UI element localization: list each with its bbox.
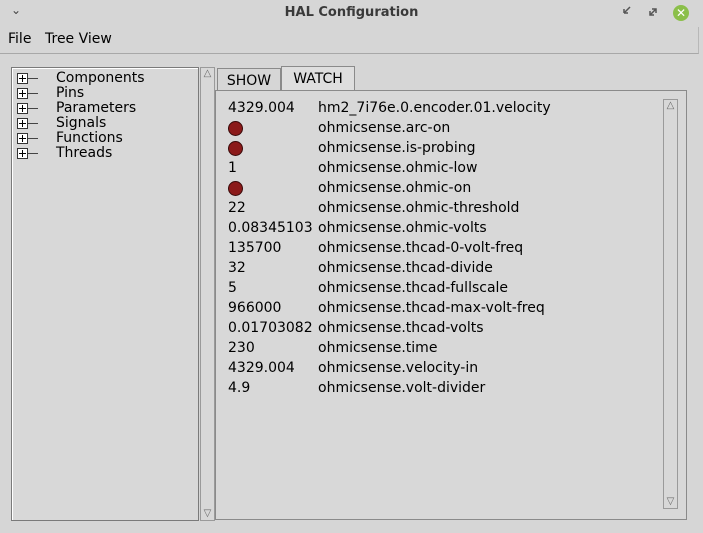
- watch-row[interactable]: 230 ohmicsense.time: [216, 339, 656, 359]
- menu-bar: File Tree View: [0, 27, 699, 54]
- maximize-icon[interactable]: [646, 5, 660, 19]
- tree-item-label: Components: [56, 70, 145, 86]
- tree-item-label: Functions: [56, 130, 123, 146]
- tree-item-functions[interactable]: Functions: [12, 130, 198, 146]
- watch-row[interactable]: ohmicsense.ohmic-on: [216, 179, 656, 199]
- watch-row[interactable]: 4329.004 hm2_7i76e.0.encoder.01.velocity: [216, 99, 656, 119]
- watch-panel: 4329.004 hm2_7i76e.0.encoder.01.velocityo…: [215, 90, 687, 520]
- window-title: HAL Configuration: [284, 5, 419, 20]
- watch-value: 22: [228, 200, 246, 216]
- watch-row[interactable]: ohmicsense.arc-on: [216, 119, 656, 139]
- tab-show[interactable]: SHOW: [217, 68, 281, 91]
- watch-pin-name: ohmicsense.time: [318, 340, 438, 356]
- tree-panel: Components Pins Parameters Signals Functions…: [11, 67, 199, 521]
- watch-value: 32: [228, 260, 246, 276]
- watch-value: 4329.004: [228, 100, 295, 116]
- watch-row[interactable]: 4.9 ohmicsense.volt-divider: [216, 379, 656, 399]
- watch-pin-name: ohmicsense.arc-on: [318, 120, 451, 136]
- tree-item-components[interactable]: Components: [12, 70, 198, 86]
- expand-plus-icon[interactable]: [17, 103, 28, 114]
- watch-value: 4.9: [228, 380, 251, 396]
- tree-connector-line: [28, 78, 38, 79]
- close-icon[interactable]: ✕: [673, 5, 689, 21]
- watch-row[interactable]: 1 ohmicsense.ohmic-low: [216, 159, 656, 179]
- tree-item-parameters[interactable]: Parameters: [12, 100, 198, 116]
- title-bar[interactable]: ⌄ HAL Configuration ✕: [0, 0, 703, 27]
- watch-value: 230: [228, 340, 255, 356]
- watch-pin-name: ohmicsense.volt-divider: [318, 380, 486, 396]
- watch-value: 0.08345103: [228, 220, 313, 236]
- watch-pin-name: ohmicsense.velocity-in: [318, 360, 479, 376]
- tree-item-pins[interactable]: Pins: [12, 85, 198, 101]
- tree-connector-line: [28, 123, 38, 124]
- scroll-down-icon[interactable]: ▽: [664, 496, 677, 508]
- watch-row[interactable]: 0.08345103 ohmicsense.ohmic-volts: [216, 219, 656, 239]
- menu-file[interactable]: File: [8, 31, 31, 47]
- tab-watch[interactable]: WATCH: [281, 66, 355, 91]
- watch-pin-name: hm2_7i76e.0.encoder.01.velocity: [318, 100, 551, 116]
- expand-plus-icon[interactable]: [17, 88, 28, 99]
- watch-scrollbar[interactable]: △ ▽: [663, 99, 678, 509]
- watch-row[interactable]: 32 ohmicsense.thcad-divide: [216, 259, 656, 279]
- watch-pin-name: ohmicsense.ohmic-threshold: [318, 200, 520, 216]
- watch-pin-name: ohmicsense.ohmic-on: [318, 180, 472, 196]
- watch-row[interactable]: 135700 ohmicsense.thcad-0-volt-freq: [216, 239, 656, 259]
- tree-item-label: Threads: [56, 145, 113, 161]
- tree-item-label: Pins: [56, 85, 85, 101]
- watch-row[interactable]: 22 ohmicsense.ohmic-threshold: [216, 199, 656, 219]
- watch-row[interactable]: 5 ohmicsense.thcad-fullscale: [216, 279, 656, 299]
- watch-pin-name: ohmicsense.ohmic-volts: [318, 220, 487, 236]
- led-indicator-icon: [228, 141, 243, 156]
- menu-tree-view[interactable]: Tree View: [45, 31, 112, 47]
- tree-item-label: Signals: [56, 115, 107, 131]
- watch-pin-name: ohmicsense.is-probing: [318, 140, 476, 156]
- watch-row[interactable]: 4329.004 ohmicsense.velocity-in: [216, 359, 656, 379]
- watch-value: 1: [228, 160, 237, 176]
- watch-value: 966000: [228, 300, 282, 316]
- minimize-icon[interactable]: [622, 5, 632, 15]
- expand-plus-icon[interactable]: [17, 73, 28, 84]
- expand-plus-icon[interactable]: [17, 148, 28, 159]
- watch-pin-name: ohmicsense.thcad-divide: [318, 260, 493, 276]
- expand-plus-icon[interactable]: [17, 118, 28, 129]
- watch-pin-name: ohmicsense.thcad-max-volt-freq: [318, 300, 545, 316]
- watch-pin-name: ohmicsense.ohmic-low: [318, 160, 478, 176]
- watch-row[interactable]: ohmicsense.is-probing: [216, 139, 656, 159]
- scroll-up-icon[interactable]: △: [664, 100, 677, 112]
- watch-value: 0.01703082: [228, 320, 313, 336]
- watch-pin-name: ohmicsense.thcad-0-volt-freq: [318, 240, 524, 256]
- tree-connector-line: [28, 138, 38, 139]
- tree-connector-line: [28, 93, 38, 94]
- watch-value: 135700: [228, 240, 282, 256]
- watch-value: 4329.004: [228, 360, 295, 376]
- tree-connector-line: [28, 108, 38, 109]
- scroll-down-icon[interactable]: ▽: [201, 508, 214, 520]
- tree-item-label: Parameters: [56, 100, 137, 116]
- led-indicator-icon: [228, 121, 243, 136]
- tree-item-threads[interactable]: Threads: [12, 145, 198, 161]
- watch-value: 5: [228, 280, 237, 296]
- watch-pin-name: ohmicsense.thcad-fullscale: [318, 280, 509, 296]
- watch-row[interactable]: 966000 ohmicsense.thcad-max-volt-freq: [216, 299, 656, 319]
- tree-item-signals[interactable]: Signals: [12, 115, 198, 131]
- watch-row[interactable]: 0.01703082 ohmicsense.thcad-volts: [216, 319, 656, 339]
- tree-scrollbar[interactable]: △ ▽: [200, 67, 215, 521]
- scroll-up-icon[interactable]: △: [201, 68, 214, 80]
- expand-plus-icon[interactable]: [17, 133, 28, 144]
- watch-pin-name: ohmicsense.thcad-volts: [318, 320, 484, 336]
- tree-connector-line: [28, 153, 38, 154]
- led-indicator-icon: [228, 181, 243, 196]
